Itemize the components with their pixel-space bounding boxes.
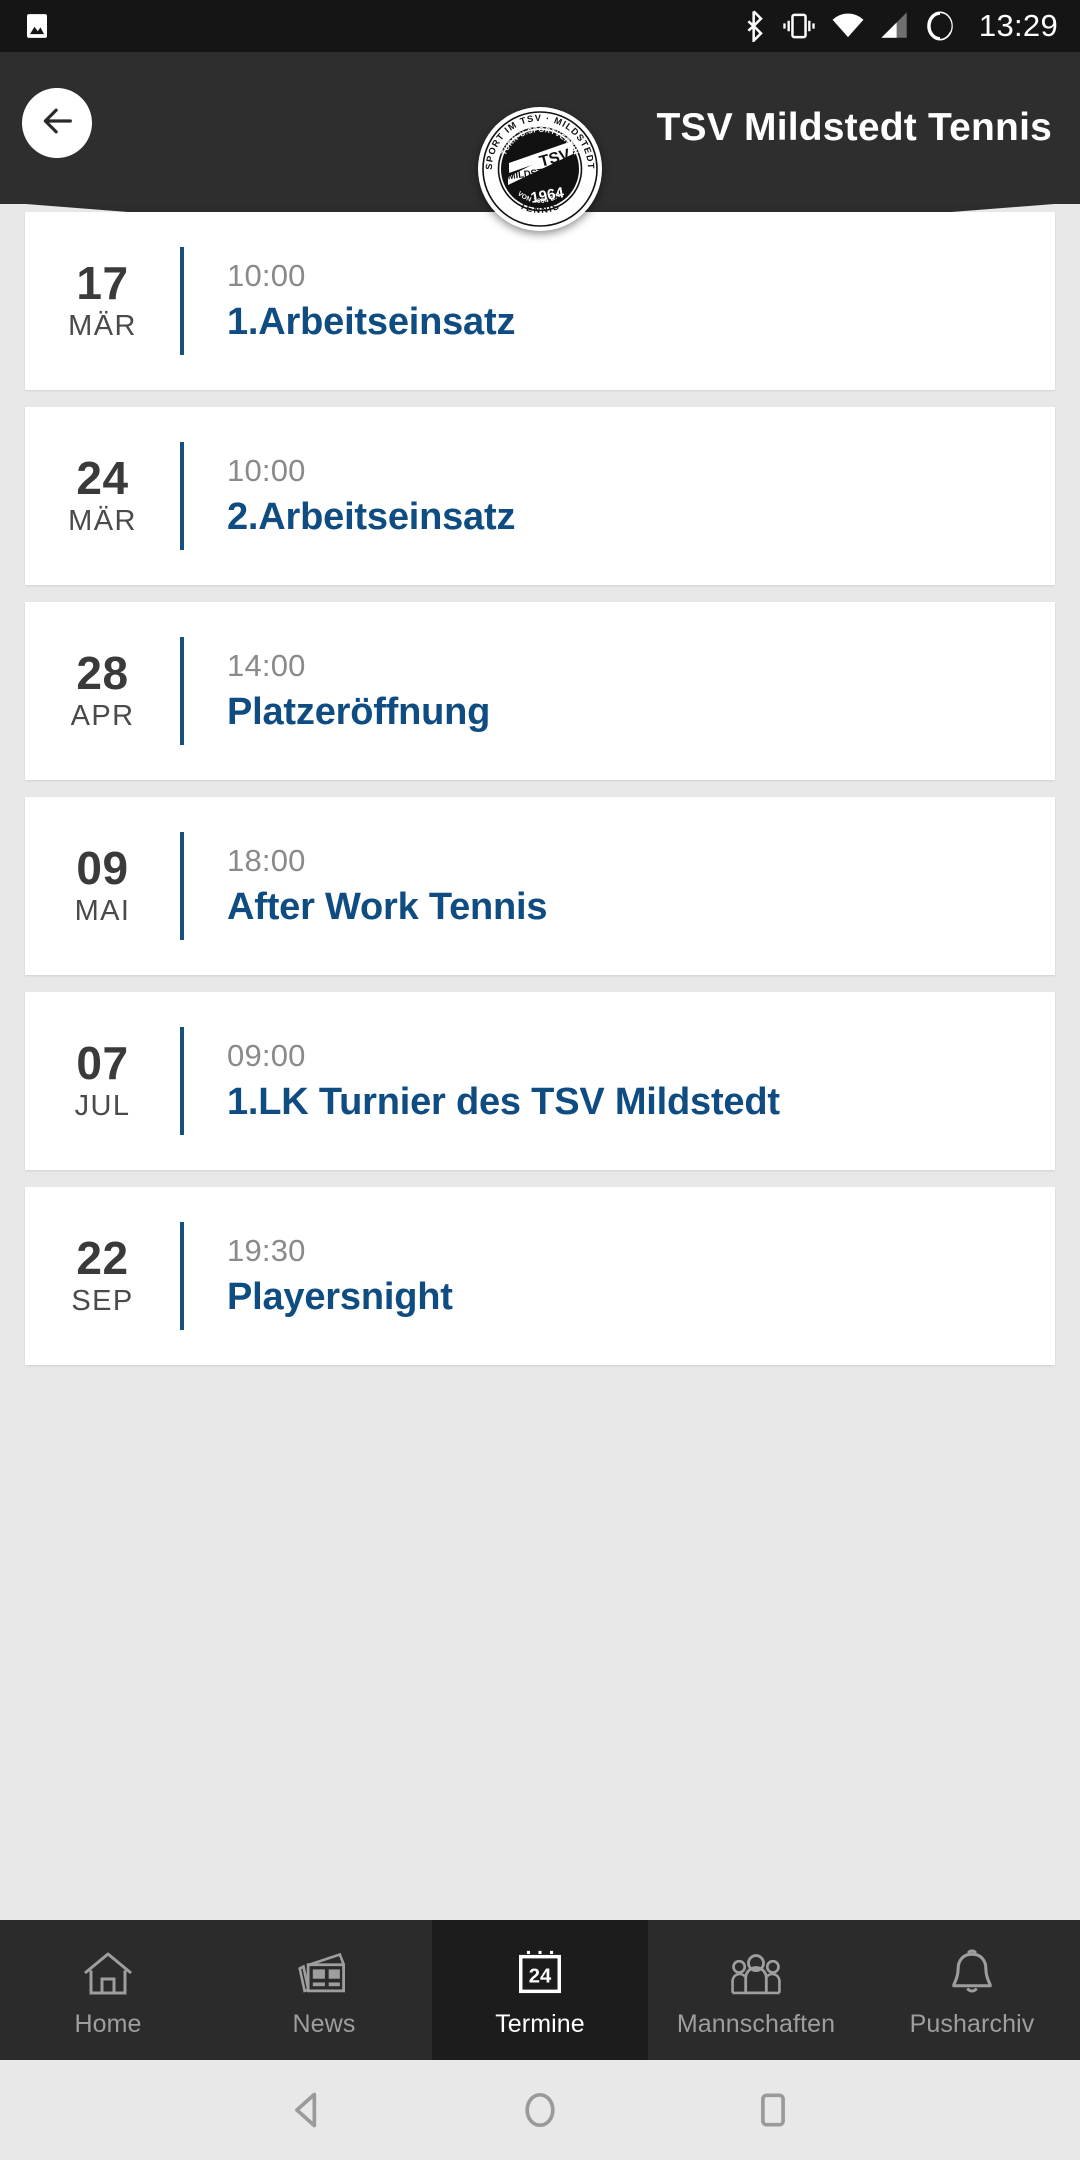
tab-termine[interactable]: 24 Termine <box>432 1920 648 2060</box>
app-header: TSV Mildstedt Tennis SPORT IM TSV · MILD… <box>0 52 1080 244</box>
tab-pusharchiv[interactable]: Pusharchiv <box>864 1920 1080 2060</box>
event-title: Playersnight <box>227 1276 453 1318</box>
home-icon <box>80 1942 136 2000</box>
bell-icon <box>947 1942 997 2000</box>
event-day: 22 <box>76 1231 129 1284</box>
app-screen: 13:29 TSV Mildstedt Tennis SPORT IM TSV … <box>0 0 1080 2160</box>
vibrate-icon <box>782 11 816 41</box>
tab-label: News <box>292 2009 356 2038</box>
battery-circle-icon <box>925 10 955 42</box>
event-info: 19:30 Playersnight <box>184 1233 453 1319</box>
tab-label: Home <box>74 2009 142 2038</box>
back-arrow-icon <box>37 101 77 146</box>
tab-mannschaften[interactable]: Mannschaften <box>648 1920 864 2060</box>
event-month: MÄR <box>68 505 137 538</box>
bottom-tab-bar: Home News 24 Termine Mannschaften Pushar… <box>0 1920 1080 2060</box>
event-date: 22 SEP <box>25 1234 180 1318</box>
event-month: MÄR <box>68 310 137 343</box>
event-list: 17 MÄR 10:00 1.Arbeitseinsatz 24 MÄR 10:… <box>0 212 1080 1920</box>
event-month: SEP <box>71 1285 134 1318</box>
back-button[interactable] <box>22 88 92 158</box>
page-title: TSV Mildstedt Tennis <box>656 106 1052 149</box>
status-bar: 13:29 <box>0 0 1080 52</box>
event-card[interactable]: 17 MÄR 10:00 1.Arbeitseinsatz <box>25 212 1055 390</box>
event-card[interactable]: 28 APR 14:00 Platzeröffnung <box>25 602 1055 780</box>
event-info: 09:00 1.LK Turnier des TSV Mildstedt <box>184 1038 780 1124</box>
calendar-icon-number: 24 <box>529 1965 552 1987</box>
people-icon <box>726 1942 786 2000</box>
calendar-icon: 24 <box>513 1942 567 2000</box>
wifi-icon <box>831 11 865 41</box>
event-day: 28 <box>76 646 129 699</box>
event-date: 17 MÄR <box>25 259 180 343</box>
event-time: 09:00 <box>227 1038 306 1073</box>
event-date: 07 JUL <box>25 1039 180 1123</box>
event-title: 1.LK Turnier des TSV Mildstedt <box>227 1081 780 1123</box>
event-title: 1.Arbeitseinsatz <box>227 301 516 343</box>
bluetooth-icon <box>743 10 767 42</box>
event-time: 18:00 <box>227 843 306 878</box>
news-icon <box>296 1942 352 2000</box>
event-card[interactable]: 24 MÄR 10:00 2.Arbeitseinsatz <box>25 407 1055 585</box>
android-home-icon[interactable] <box>518 2088 562 2132</box>
event-card[interactable]: 09 MAI 18:00 After Work Tennis <box>25 797 1055 975</box>
android-recents-icon[interactable] <box>751 2088 795 2132</box>
event-info: 10:00 2.Arbeitseinsatz <box>184 453 515 539</box>
event-day: 17 <box>76 256 129 309</box>
event-date: 24 MÄR <box>25 454 180 538</box>
event-day: 24 <box>76 451 129 504</box>
event-day: 09 <box>76 841 129 894</box>
event-month: JUL <box>74 1090 131 1123</box>
tab-home[interactable]: Home <box>0 1920 216 2060</box>
status-bar-right: 13:29 <box>743 8 1058 44</box>
event-info: 18:00 After Work Tennis <box>184 843 547 929</box>
event-date: 28 APR <box>25 649 180 733</box>
event-card[interactable]: 22 SEP 19:30 Playersnight <box>25 1187 1055 1365</box>
event-info: 14:00 Platzeröffnung <box>184 648 490 734</box>
event-time: 19:30 <box>227 1233 306 1268</box>
event-time: 10:00 <box>227 258 306 293</box>
android-back-icon[interactable] <box>285 2088 329 2132</box>
event-card[interactable]: 07 JUL 09:00 1.LK Turnier des TSV Mildst… <box>25 992 1055 1170</box>
status-bar-left <box>22 11 52 41</box>
event-month: APR <box>70 700 135 733</box>
event-date: 09 MAI <box>25 844 180 928</box>
event-time: 14:00 <box>227 648 306 683</box>
tab-label: Termine <box>495 2009 585 2038</box>
tsv-mildstedt-club-logo: SPORT IM TSV · MILDSTEDT TENNIS TURN-U.S… <box>478 107 602 231</box>
event-title: 2.Arbeitseinsatz <box>227 496 516 538</box>
event-title: Platzeröffnung <box>227 691 491 733</box>
event-day: 07 <box>76 1036 129 1089</box>
event-title: After Work Tennis <box>227 886 548 928</box>
tab-news[interactable]: News <box>216 1920 432 2060</box>
event-month: MAI <box>74 895 131 928</box>
status-bar-clock: 13:29 <box>978 8 1058 43</box>
tab-label: Pusharchiv <box>909 2009 1035 2038</box>
android-nav-bar <box>0 2060 1080 2160</box>
event-time: 10:00 <box>227 453 306 488</box>
image-icon <box>22 11 52 41</box>
tab-label: Mannschaften <box>676 2009 836 2038</box>
cellular-signal-icon <box>880 11 910 41</box>
event-info: 10:00 1.Arbeitseinsatz <box>184 258 515 344</box>
